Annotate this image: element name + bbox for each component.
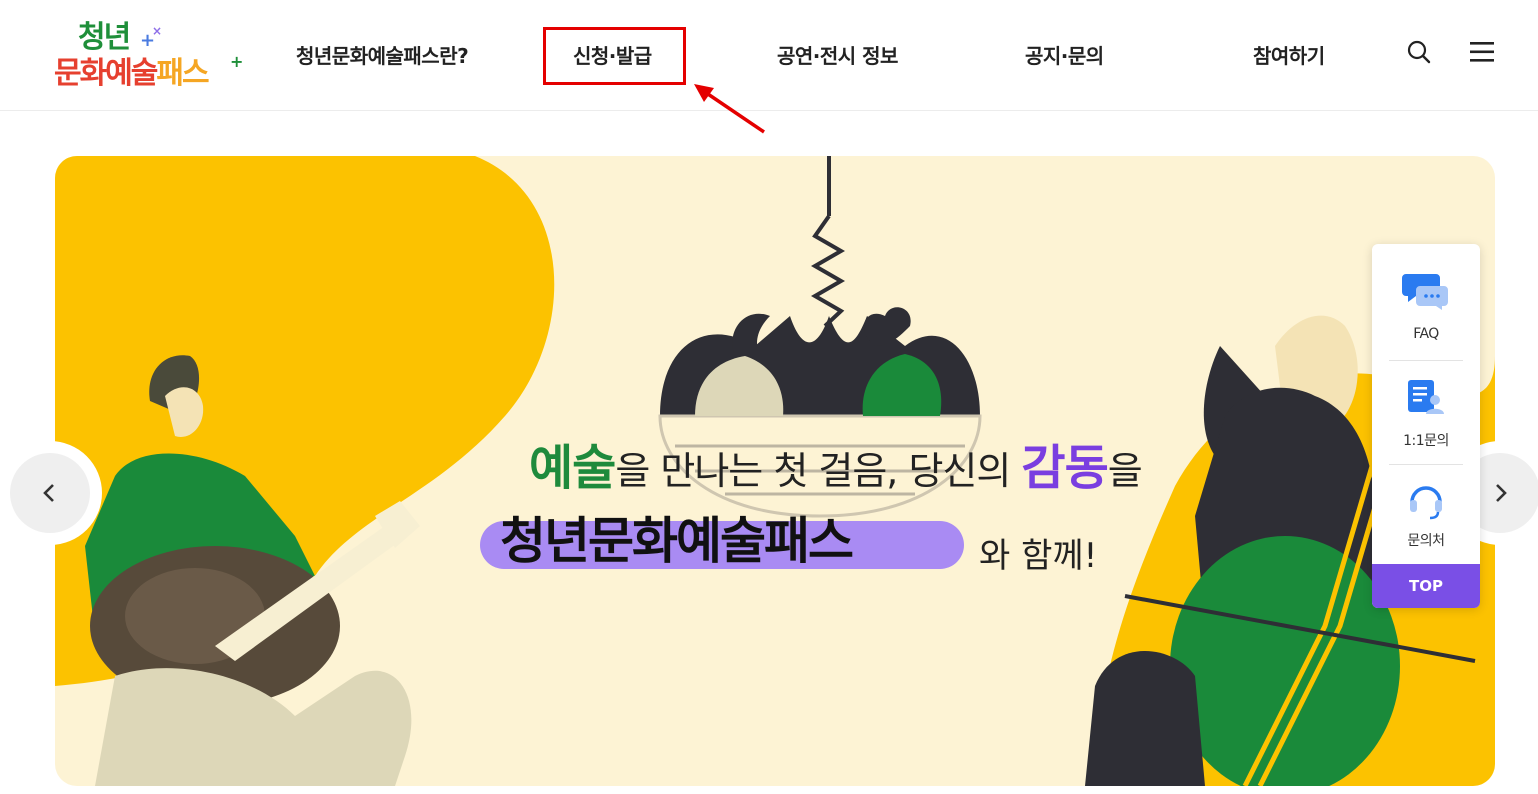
headset-icon [1410, 486, 1442, 520]
sparkle-icon: × [152, 24, 163, 38]
chevron-right-icon [1496, 484, 1507, 502]
banner-headline: 예술을 만나는 첫 걸음, 당신의 감동을 [529, 440, 1143, 496]
quick-inquiry-button[interactable]: 1:1문의 [1372, 362, 1480, 466]
nav-about[interactable]: 청년문화예술패스란? [296, 40, 469, 69]
annotation-arrow-icon [694, 84, 765, 134]
nav-participate[interactable]: 참여하기 [1253, 40, 1325, 69]
quick-divider [1389, 464, 1463, 465]
quick-divider [1389, 360, 1463, 361]
chevron-left-icon [43, 484, 54, 502]
faq-chat-icon [1402, 274, 1448, 310]
hero-banner[interactable]: 예술을 만나는 첫 걸음, 당신의 감동을 청년문화예술패스 와 함께! [55, 156, 1495, 786]
document-person-icon [1408, 380, 1444, 414]
search-icon[interactable] [1405, 38, 1433, 66]
banner-service-name: 청년문화예술패스 [500, 512, 854, 570]
nav-notice-inquiry[interactable]: 공지·문의 [1025, 40, 1104, 69]
quick-contact-button[interactable]: 문의처 [1372, 466, 1480, 570]
quick-menu: FAQ 1:1문의 문의처 TOP [1372, 244, 1480, 608]
scroll-top-button[interactable]: TOP [1372, 564, 1480, 608]
quick-faq-label: FAQ [1413, 326, 1439, 342]
quick-faq-button[interactable]: FAQ [1372, 258, 1480, 362]
quick-inquiry-label: 1:1문의 [1403, 433, 1449, 449]
highlight-annotation-box [543, 27, 686, 85]
slider-prev-button[interactable] [0, 441, 102, 545]
logo-text-bottom: 문화예술패스 [54, 56, 210, 91]
quick-contact-label: 문의처 [1407, 533, 1445, 549]
nav-performance-info[interactable]: 공연·전시 정보 [777, 40, 898, 69]
site-logo[interactable]: 청년 + × 문화예술패스 + [54, 12, 244, 92]
banner-tagline-end: 와 함께! [979, 536, 1098, 576]
sparkle-icon: + [230, 52, 244, 71]
menu-icon[interactable] [1468, 38, 1496, 66]
